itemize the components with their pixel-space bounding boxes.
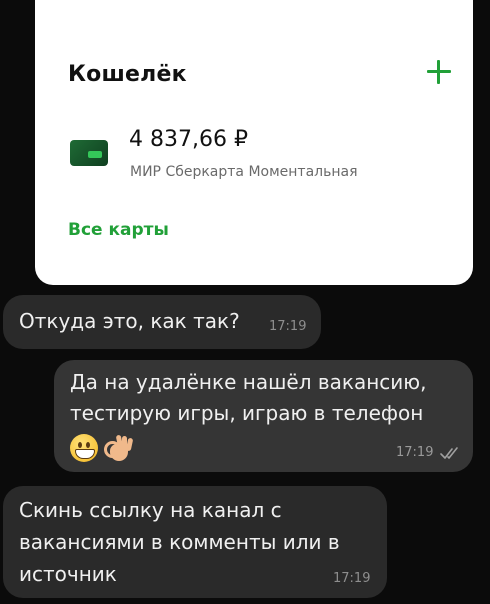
wallet-widget-image[interactable]: Кошелёк 4 837,66 ₽ МИР Сберкарта Момента… [35,0,473,285]
message-text-line: Скинь ссылку на канал с [19,498,282,522]
message-text: Откуда это, как так? [19,309,240,333]
bank-card-icon [70,140,108,166]
card-balance: 4 837,66 ₽ [129,127,248,152]
message-bubble-incoming[interactable]: Скинь ссылку на канал с вакансиями в ком… [3,486,387,598]
ok-hand-icon [104,434,134,463]
double-check-icon [440,447,458,459]
message-bubble-incoming[interactable]: Откуда это, как так? 17:19 [3,295,321,349]
message-time: 17:19 [333,571,371,586]
message-text-line: вакансиями в комменты или в [19,530,340,554]
message-text-line: источник [19,562,117,586]
plus-icon[interactable] [425,58,453,86]
grinning-face-icon [70,434,98,462]
chat-screen: Кошелёк 4 837,66 ₽ МИР Сберкарта Момента… [0,0,490,604]
message-text-line: тестирую игры, играю в телефон [70,401,424,425]
message-time: 17:19 [269,319,307,334]
wallet-title: Кошелёк [68,62,187,87]
message-time: 17:19 [396,445,434,460]
message-bubble-outgoing[interactable]: Да на удалёнке нашёл вакансию, тестирую … [54,360,473,472]
message-text-line: Да на удалёнке нашёл вакансию, [70,370,427,394]
all-cards-link[interactable]: Все карты [68,220,169,240]
card-name: МИР Сберкарта Моментальная [130,164,358,180]
